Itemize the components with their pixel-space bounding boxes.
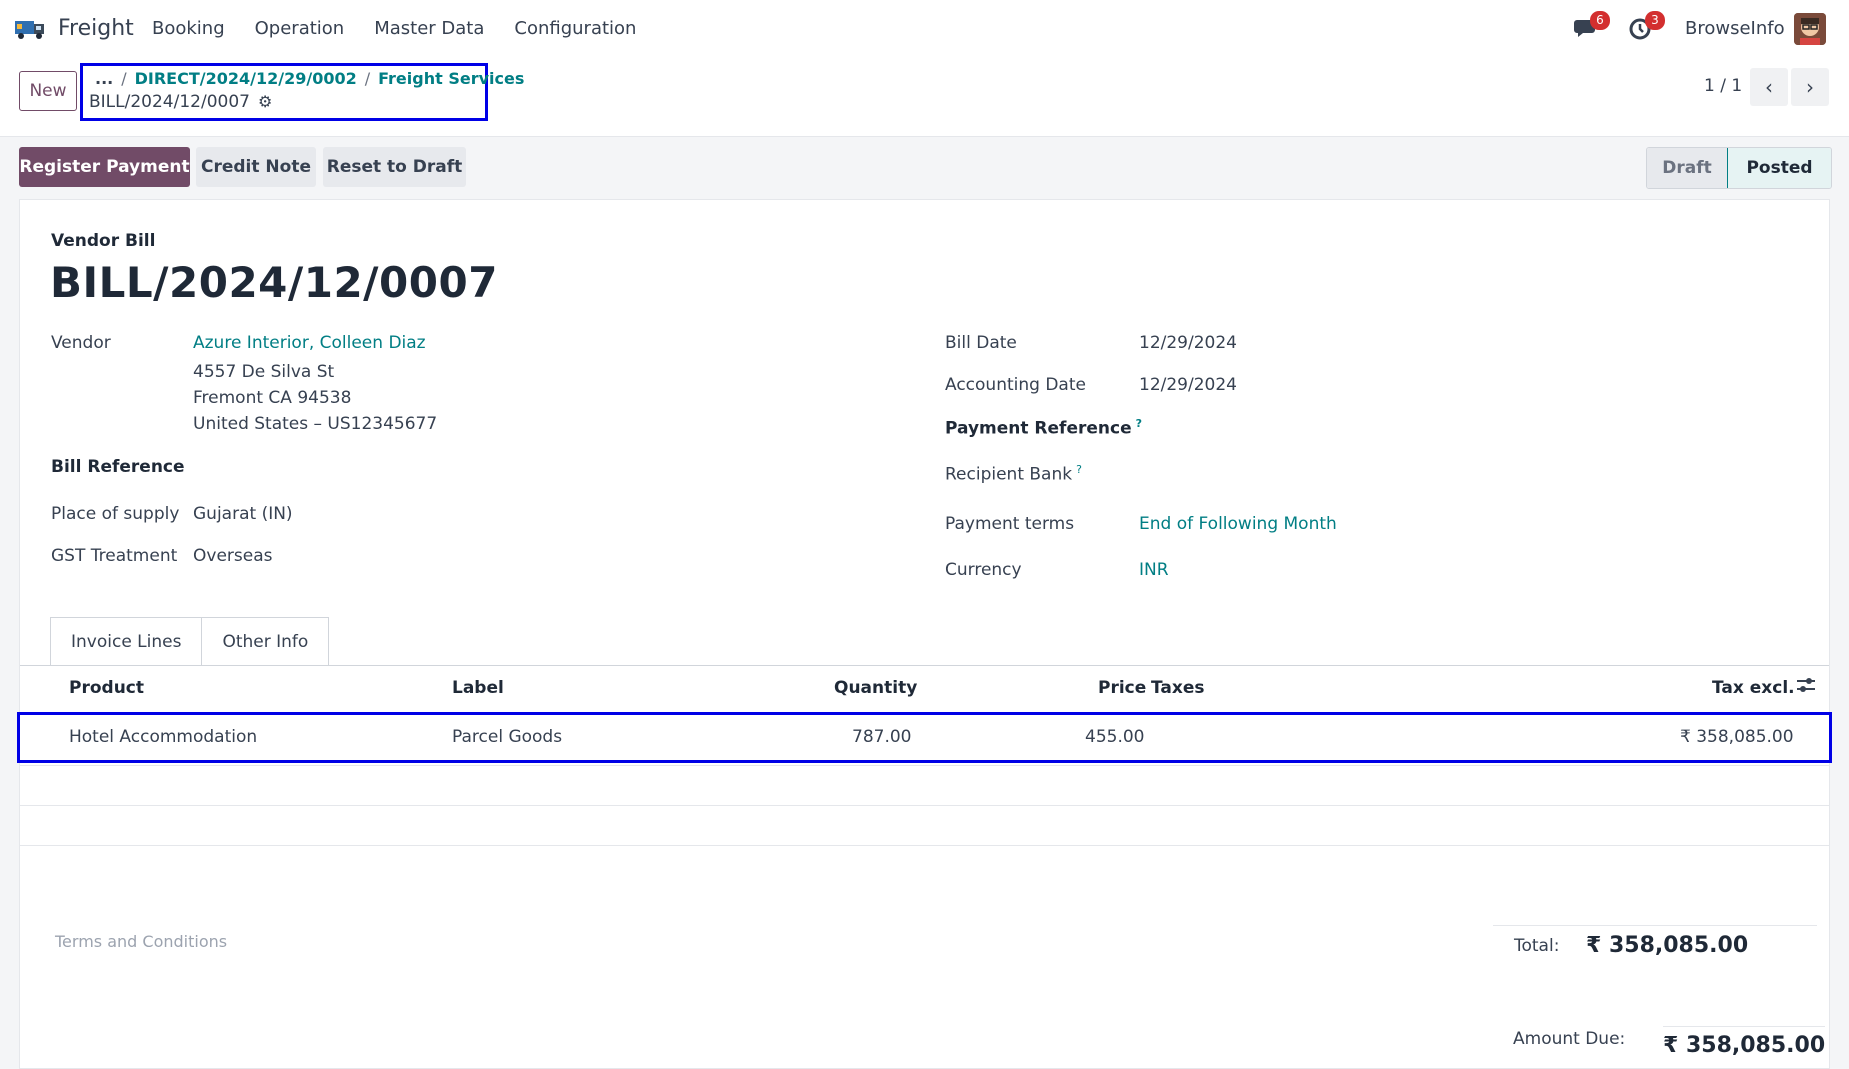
status-posted[interactable]: Posted [1727,148,1831,188]
column-header-tax-excl[interactable]: Tax excl. [1712,678,1795,698]
menu-item-operation[interactable]: Operation [255,18,345,39]
menu-item-master-data[interactable]: Master Data [374,18,484,39]
optional-columns-icon[interactable] [1796,676,1816,699]
payment-reference-label-text: Payment Reference [945,418,1132,439]
breadcrumb-separator: / [364,69,371,88]
payment-terms-label: Payment terms [945,514,1075,534]
accounting-date-field[interactable]: 12/29/2024 [1139,375,1237,395]
breadcrumb-highlight: ... / DIRECT/2024/12/29/0002 / Freight Servi… [80,63,524,121]
tab-invoice-lines[interactable]: Invoice Lines [50,617,203,665]
vendor-address-line1: 4557 De Silva St [193,362,335,382]
user-avatar[interactable] [1794,13,1826,45]
column-header-taxes[interactable]: Taxes [1151,678,1205,698]
top-navbar: Freight Booking Operation Master Data Co… [0,0,1849,56]
pager-previous-button[interactable]: ‹ [1750,68,1788,106]
credit-note-button[interactable]: Credit Note [196,147,316,187]
page-title: BILL/2024/12/0007 [50,258,498,307]
table-row-divider [20,765,1829,766]
menu-item-booking[interactable]: Booking [152,18,225,39]
vendor-address-line2: Fremont CA 94538 [193,388,352,408]
currency-label: Currency [945,560,1022,580]
chat-count-badge: 6 [1590,11,1610,30]
payment-terms-field[interactable]: End of Following Month [1139,514,1337,534]
column-header-quantity[interactable]: Quantity [834,678,917,698]
breadcrumb-separator: / [121,69,127,88]
notebook-tabs: Invoice Lines Other Info [50,617,330,665]
document-type: Vendor Bill [51,231,156,251]
action-bar: Register Payment Credit Note Reset to Dr… [0,137,1849,199]
amount-due-value: ₹ 358,085.00 [1663,1026,1826,1058]
app-name[interactable]: Freight [58,16,134,41]
recipient-bank-label: Recipient Bank? [945,463,1082,485]
tab-other-info[interactable]: Other Info [202,617,330,665]
chevron-right-icon: › [1806,75,1814,99]
place-of-supply-label: Place of supply [51,504,180,524]
total-value: ₹ 358,085.00 [1586,933,1749,958]
new-button[interactable]: New [19,71,77,111]
register-payment-button[interactable]: Register Payment [19,147,190,187]
breadcrumb-current-label: BILL/2024/12/0007 [89,92,250,112]
help-icon[interactable]: ? [1076,463,1082,476]
gst-treatment-field[interactable]: Overseas [193,546,272,566]
main-menu: Booking Operation Master Data Configurat… [152,18,666,39]
breadcrumb-parent-link[interactable]: DIRECT/2024/12/29/0002 [135,69,357,88]
control-panel: New ... / DIRECT/2024/12/29/0002 / Freight S… [0,56,1849,137]
user-name[interactable]: BrowseInfo [1685,18,1785,39]
breadcrumb-more[interactable]: ... [95,69,113,88]
breadcrumb: ... / DIRECT/2024/12/29/0002 / Freight Servi… [95,69,524,88]
vendor-link[interactable]: Azure Interior, Colleen Diaz [193,333,426,353]
accounting-date-label: Accounting Date [945,375,1086,395]
table-row-price[interactable]: 455.00 [1085,727,1144,747]
vendor-address-line3: United States – US12345677 [193,414,438,434]
bill-reference-label: Bill Reference [51,457,185,477]
table-row-quantity[interactable]: 787.00 [852,727,911,747]
table-row-label[interactable]: Parcel Goods [452,727,562,747]
pager-next-button[interactable]: › [1791,68,1829,106]
gear-icon[interactable]: ⚙ [258,92,272,111]
status-bar: Draft Posted [1646,147,1832,189]
activity-count-badge: 3 [1645,11,1665,30]
terms-and-conditions-field[interactable]: Terms and Conditions [55,932,227,951]
form-sheet: Vendor Bill BILL/2024/12/0007 Vendor Azu… [17,199,1832,1069]
table-row-divider [20,845,1829,846]
place-of-supply-field[interactable]: Gujarat (IN) [193,504,293,524]
help-icon[interactable]: ? [1136,417,1142,430]
gst-treatment-label: GST Treatment [51,546,178,566]
bill-date-label: Bill Date [945,333,1017,353]
column-header-label[interactable]: Label [452,678,504,698]
table-row-product[interactable]: Hotel Accommodation [69,727,257,747]
table-row-divider [20,805,1829,806]
column-header-product[interactable]: Product [69,678,144,698]
table-row-tax-excl: ₹ 358,085.00 [1680,727,1794,747]
menu-item-configuration[interactable]: Configuration [514,18,636,39]
chevron-left-icon: ‹ [1765,75,1773,99]
pager-value[interactable]: 1 / 1 [1704,76,1742,96]
currency-field[interactable]: INR [1139,560,1169,580]
amount-due-label: Amount Due: [1513,1029,1626,1049]
freight-truck-icon[interactable] [14,16,48,40]
vendor-label: Vendor [51,333,111,353]
table-row-highlight [17,712,1832,763]
status-draft[interactable]: Draft [1647,148,1727,188]
breadcrumb-current: BILL/2024/12/0007 ⚙ [89,92,272,112]
payment-reference-label: Payment Reference? [945,417,1142,439]
totals-divider [1493,925,1817,926]
total-label: Total: [1514,936,1560,956]
tabs-divider [20,665,1829,666]
recipient-bank-label-text: Recipient Bank [945,464,1073,485]
bill-date-field[interactable]: 12/29/2024 [1139,333,1237,353]
reset-to-draft-button[interactable]: Reset to Draft [323,147,466,187]
column-header-price[interactable]: Price [1098,678,1146,698]
breadcrumb-section-link[interactable]: Freight Services [378,69,524,88]
